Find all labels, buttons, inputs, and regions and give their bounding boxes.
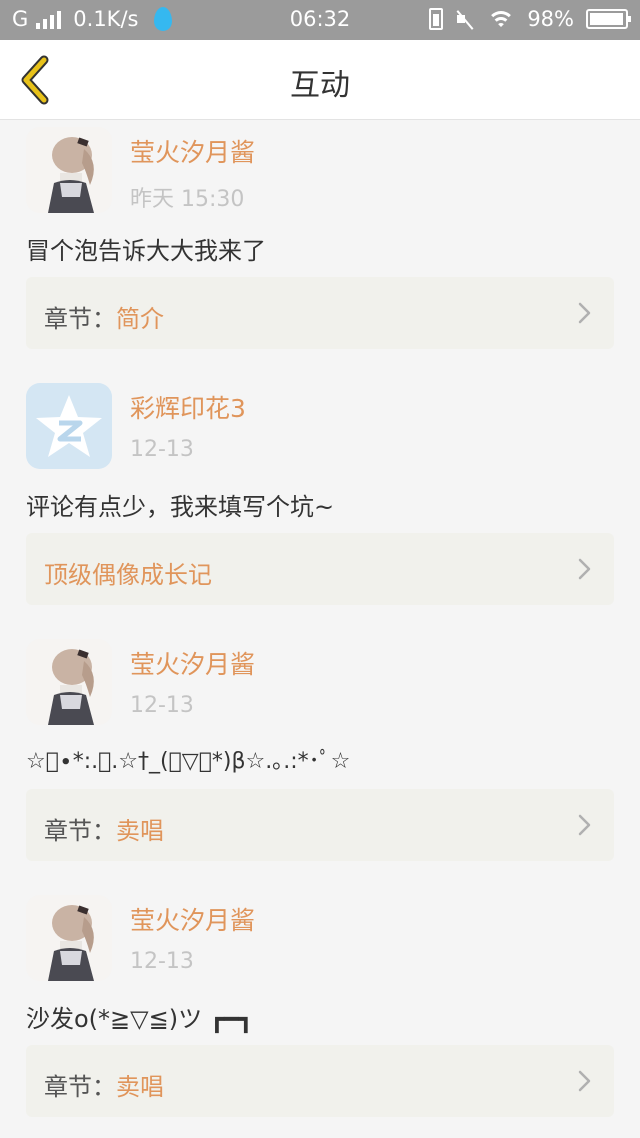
- battery-percent: 98%: [527, 7, 574, 31]
- battery-icon: [586, 9, 631, 29]
- wifi-icon: [487, 9, 516, 29]
- comment-list: 莹火汐月酱 昨天 15:30 冒个泡告诉大大我来了 章节：简介 彩辉印花3 12…: [0, 121, 640, 1138]
- page-title: 互动: [290, 68, 350, 103]
- chevron-right-icon: [578, 558, 591, 580]
- chapter-name: 顶级偶像成长记: [44, 561, 212, 589]
- username[interactable]: 莹火汐月酱: [130, 901, 255, 937]
- comment-item: 莹火汐月酱 昨天 15:30 冒个泡告诉大大我来了 章节：简介: [0, 121, 640, 377]
- username[interactable]: 莹火汐月酱: [130, 645, 255, 681]
- comment-text: 评论有点少，我来填写个坑~: [26, 493, 335, 521]
- comment-text: ☆ﾟ∙*:.｡.☆†_(ﾟ▽ﾟ*)β☆.｡.:*･ﾟ☆: [26, 749, 351, 774]
- girl-avatar-icon: [26, 639, 112, 725]
- chevron-right-icon: [578, 302, 591, 324]
- avatar[interactable]: [26, 383, 112, 469]
- comment-text: 冒个泡告诉大大我来了: [26, 237, 266, 265]
- chapter-link[interactable]: 顶级偶像成长记: [26, 533, 614, 605]
- nav-bar: 互动: [0, 40, 640, 120]
- girl-avatar-icon: [26, 895, 112, 981]
- comment-time: 12-13: [130, 437, 194, 462]
- avatar[interactable]: [26, 127, 112, 213]
- battery-saver-icon: [429, 8, 444, 30]
- chapter-name: 简介: [116, 305, 164, 333]
- comment-item: 莹火汐月酱 12-13 ☆ﾟ∙*:.｡.☆†_(ﾟ▽ﾟ*)β☆.｡.:*･ﾟ☆ …: [0, 633, 640, 889]
- comment-time: 昨天 15:30: [130, 187, 245, 212]
- comment-time: 12-13: [130, 693, 194, 718]
- chevron-right-icon: [578, 1070, 591, 1092]
- comment-time: 12-13: [130, 949, 194, 974]
- username[interactable]: 彩辉印花3: [130, 389, 246, 425]
- chevron-right-icon: [578, 814, 591, 836]
- mute-icon: [455, 9, 475, 29]
- chapter-name: 卖唱: [116, 1073, 164, 1101]
- username[interactable]: 莹火汐月酱: [130, 133, 255, 169]
- chapter-prefix: 章节：: [44, 305, 116, 333]
- chapter-link[interactable]: 章节：简介: [26, 277, 614, 349]
- chapter-prefix: 章节：: [44, 1073, 116, 1101]
- girl-avatar-icon: [26, 127, 112, 213]
- comment-item: 莹火汐月酱 12-13 沙发o(*≧▽≦)ツ ┏━┓ 章节：卖唱: [0, 889, 640, 1138]
- avatar[interactable]: [26, 639, 112, 725]
- chapter-prefix: 章节：: [44, 817, 116, 845]
- comment-item: 彩辉印花3 12-13 评论有点少，我来填写个坑~ 顶级偶像成长记: [0, 377, 640, 633]
- comment-text: 沙发o(*≧▽≦)ツ ┏━┓: [26, 1005, 254, 1033]
- chapter-link[interactable]: 章节：卖唱: [26, 1045, 614, 1117]
- chapter-name: 卖唱: [116, 817, 164, 845]
- avatar[interactable]: [26, 895, 112, 981]
- chapter-link[interactable]: 章节：卖唱: [26, 789, 614, 861]
- status-bar: G 0.1K/s 06:32 98%: [0, 0, 640, 40]
- qq-zone-star-icon: [26, 383, 112, 469]
